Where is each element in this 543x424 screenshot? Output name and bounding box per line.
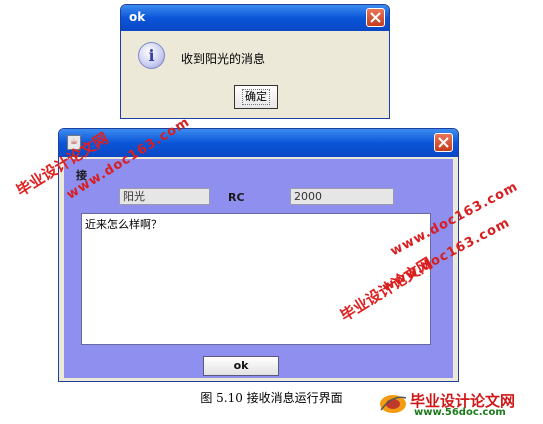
window-titlebar[interactable]: ☕ bbox=[59, 129, 458, 157]
dialog-message: 收到阳光的消息 bbox=[181, 52, 266, 66]
ok-button[interactable]: ok bbox=[203, 356, 279, 376]
dialog-close-button[interactable] bbox=[366, 8, 385, 27]
chat-panel: 接 阳光 RC 2000 近来怎么样啊？ ok bbox=[64, 159, 453, 378]
window-close-button[interactable] bbox=[434, 133, 453, 152]
rc-label: RC bbox=[228, 191, 245, 204]
message-textarea[interactable]: 近来怎么样啊？ bbox=[81, 213, 431, 345]
dialog-title: ok bbox=[129, 10, 146, 24]
dialog-titlebar[interactable]: ok bbox=[121, 5, 389, 31]
confirm-button-label: 确定 bbox=[242, 89, 270, 105]
close-icon bbox=[438, 137, 449, 148]
rc-field[interactable]: 2000 bbox=[290, 188, 394, 205]
close-icon bbox=[370, 12, 381, 23]
confirm-button[interactable]: 确定 bbox=[234, 85, 278, 109]
sender-field[interactable]: 阳光 bbox=[119, 188, 210, 205]
message-dialog: ok i 收到阳光的消息 确定 bbox=[120, 4, 390, 119]
logo-url: www.56doc.com bbox=[414, 407, 506, 418]
info-icon: i bbox=[138, 42, 165, 69]
site-logo-icon bbox=[380, 395, 407, 413]
